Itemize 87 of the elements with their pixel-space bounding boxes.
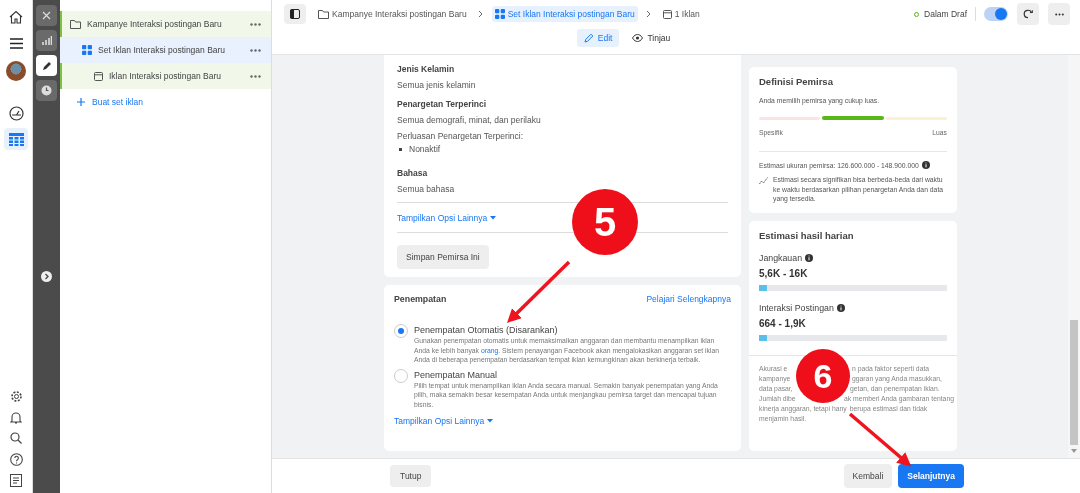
breadcrumb-item[interactable]: 1 Iklan bbox=[659, 6, 703, 22]
settings-icon[interactable] bbox=[9, 390, 23, 403]
refresh-button[interactable] bbox=[1017, 3, 1039, 25]
caret-icon bbox=[490, 216, 497, 220]
panel-toggle-button[interactable] bbox=[284, 4, 306, 24]
caret-icon bbox=[487, 419, 494, 423]
help-icon[interactable] bbox=[9, 453, 23, 466]
folder-icon bbox=[318, 9, 329, 19]
metric-label: Jangkauan bbox=[759, 252, 803, 263]
status-label: Dalam Draf bbox=[924, 9, 967, 19]
info-icon[interactable] bbox=[836, 303, 845, 312]
info-icon[interactable] bbox=[805, 253, 814, 262]
tree-item[interactable]: Kampanye Interaksi postingan Baru bbox=[60, 11, 271, 37]
mode-tab[interactable]: Edit bbox=[576, 29, 620, 47]
bullet-text: Nonaktif bbox=[409, 144, 441, 154]
tool-edit-button[interactable] bbox=[36, 55, 57, 76]
bar-chart-icon bbox=[41, 36, 52, 45]
tree-item-label: Iklan Interaksi postingan Baru bbox=[109, 71, 222, 81]
chevron-icon bbox=[645, 10, 652, 18]
section-value: Semua bahasa bbox=[397, 184, 456, 194]
ad-icon bbox=[662, 9, 672, 19]
search-icon[interactable] bbox=[10, 432, 22, 444]
more-icon[interactable] bbox=[250, 48, 261, 52]
option-label: Penempatan Manual bbox=[414, 369, 499, 380]
expand-icon[interactable] bbox=[41, 271, 52, 282]
section-sublabel: Perluasan Penargetan Terperinci: bbox=[397, 131, 524, 141]
annotation-arrow bbox=[507, 260, 571, 323]
toggle-switch[interactable] bbox=[984, 7, 1008, 21]
tree-item-label: Set Iklan Interaksi postingan Baru bbox=[98, 45, 227, 55]
menu-icon bbox=[9, 37, 23, 49]
folder-icon bbox=[70, 19, 81, 29]
annotation-arrow bbox=[848, 412, 912, 467]
more-options-link[interactable]: Tampilkan Opsi Lainnya bbox=[394, 416, 494, 426]
save-audience-button[interactable]: Simpan Pemirsa Ini bbox=[397, 245, 489, 269]
card-title: Estimasi hasil harian bbox=[759, 229, 855, 241]
section-value: Semua demografi, minat, dan perilaku bbox=[397, 115, 542, 125]
more-options-link[interactable]: Tampilkan Opsi Lainnya bbox=[397, 213, 497, 223]
metric-label: Interaksi Postingan bbox=[759, 302, 834, 313]
pencil-icon bbox=[41, 60, 52, 71]
more-icon[interactable] bbox=[250, 74, 261, 78]
close-button[interactable]: Tutup bbox=[390, 465, 432, 487]
gauge-icon bbox=[8, 105, 24, 121]
breadcrumb-item[interactable]: Kampanye Interaksi postingan Baru bbox=[315, 6, 470, 22]
create-ad-set-link[interactable]: Buat set iklan bbox=[92, 97, 144, 107]
grid-icon bbox=[82, 45, 92, 55]
close-icon bbox=[42, 11, 51, 20]
scrollbar-thumb[interactable] bbox=[1070, 320, 1078, 445]
breadcrumb-item[interactable]: Set Iklan Interaksi postingan Baru bbox=[491, 6, 638, 22]
tool-close-button[interactable] bbox=[36, 5, 57, 26]
scroll-down-icon[interactable] bbox=[1071, 449, 1077, 453]
tree-item-label: Kampanye Interaksi postingan Baru bbox=[87, 19, 223, 29]
bell-icon[interactable] bbox=[10, 411, 22, 424]
option-label: Penempatan Otomatis (Disarankan) bbox=[414, 325, 559, 335]
clock-icon bbox=[41, 85, 52, 96]
plus-icon[interactable] bbox=[77, 98, 85, 106]
next-button[interactable]: Selanjutnya bbox=[898, 464, 964, 488]
pencil-icon bbox=[583, 33, 594, 43]
metric-value: 5,6K - 16K bbox=[759, 267, 809, 279]
more-icon bbox=[1054, 12, 1064, 16]
nav-grid-button[interactable] bbox=[4, 128, 28, 150]
card-title: Penempatan bbox=[394, 294, 447, 304]
chevron-icon bbox=[477, 10, 484, 18]
eye-icon bbox=[632, 34, 644, 42]
tree-item[interactable]: Iklan Interaksi postingan Baru bbox=[60, 63, 271, 89]
section-heading: Bahasa bbox=[397, 168, 429, 178]
more-icon[interactable] bbox=[250, 22, 261, 26]
card-title: Definisi Pemirsa bbox=[759, 76, 834, 87]
ad-icon bbox=[94, 71, 103, 81]
section-value: Semua jenis kelamin bbox=[397, 80, 477, 90]
sidebar-icon bbox=[290, 9, 300, 19]
refresh-icon bbox=[1023, 9, 1033, 19]
info-icon[interactable] bbox=[921, 161, 930, 169]
mode-tab[interactable]: Tinjau bbox=[625, 29, 678, 47]
tree-item[interactable]: Set Iklan Interaksi postingan Baru bbox=[60, 37, 271, 63]
table-icon bbox=[8, 132, 24, 146]
tool-history-button[interactable] bbox=[36, 80, 57, 101]
trend-icon bbox=[759, 177, 768, 185]
section-heading: Jenis Kelamin bbox=[397, 64, 456, 74]
grid-icon bbox=[494, 9, 505, 19]
back-button[interactable]: Kembali bbox=[843, 464, 893, 488]
document-icon[interactable] bbox=[10, 474, 22, 487]
tool-chart-button[interactable] bbox=[36, 30, 57, 51]
home-icon bbox=[9, 10, 23, 24]
bullet-icon bbox=[399, 147, 402, 151]
section-heading: Penargetan Terperinci bbox=[397, 99, 488, 109]
metric-value: 664 - 1,9K bbox=[759, 317, 807, 329]
learn-more-link[interactable]: Pelajari Selengkapnya bbox=[646, 294, 731, 304]
